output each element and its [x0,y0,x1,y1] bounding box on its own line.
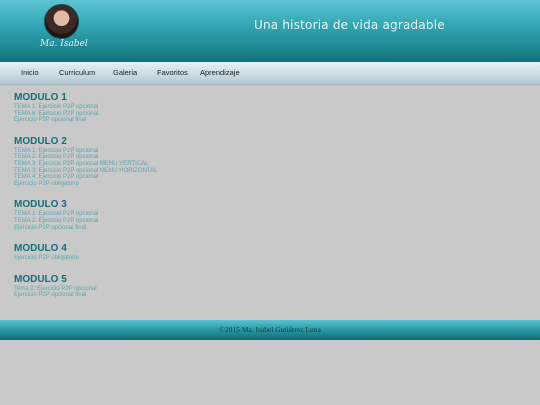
module-link[interactable]: Ejercicio P2P obligatorio [14,255,514,262]
main-nav: Inicio Curriculum Galeria Favoritos Apre… [0,62,540,85]
module-title: MODULO 3 [14,199,67,211]
nav-item-galeria[interactable]: Galeria [113,68,137,77]
nav-item-aprendizaje[interactable]: Aprendizaje [200,68,240,77]
module-link[interactable]: Tema 2: Ejercicio P2P opcional [14,286,514,293]
module-title: MODULO 2 [14,135,67,147]
module-link[interactable]: TEMA 3: Ejercicio P2P opcional MENU HORI… [14,168,514,175]
module-2: MODULO 2 TEMA 1: Ejercicio P2P opcional … [14,136,514,188]
module-link[interactable]: Ejercicio P2P obligatorio [14,181,514,188]
module-link[interactable]: TEMA 2: Ejercicio P2P opcional [14,218,514,225]
module-title: MODULO 5 [14,273,67,285]
module-4: MODULO 4 Ejercicio P2P obligatorio [14,243,514,262]
module-link[interactable]: Ejercicio P2P opcional final [14,292,514,299]
module-link[interactable]: TEMA 1: Ejercicio P2P opcional [14,148,514,155]
avatar [44,4,79,39]
module-link[interactable]: TEMA 3: Ejercicio P2P opcional MENU VERT… [14,161,514,168]
module-5: MODULO 5 Tema 2: Ejercicio P2P opcional … [14,274,514,299]
nav-item-favoritos[interactable]: Favoritos [157,68,188,77]
nav-item-curriculum[interactable]: Curriculum [59,68,95,77]
module-link[interactable]: TEMA 6: Ejercicio P2P opcional [14,111,514,118]
site-header: Ma. Isabel Una historia de vida agradabl… [0,0,540,62]
module-link[interactable]: TEMA 1: Ejercicio P2P opcional [14,211,514,218]
module-title: MODULO 4 [14,243,67,255]
module-3: MODULO 3 TEMA 1: Ejercicio P2P opcional … [14,199,514,231]
site-footer: ©2015 Ma. Isabel Gutiérrez Luna [0,320,540,340]
nav-item-inicio[interactable]: Inicio [21,68,39,77]
module-link[interactable]: TEMA 2: Ejercicio P2P opcional [14,154,514,161]
module-1: MODULO 1 TEMA 1: Ejercicio P2P opcional … [14,92,514,124]
module-link[interactable]: Ejercicio P2P opcional final [14,225,514,232]
site-title: Una historia de vida agradable [254,18,445,32]
signature-text: Ma. Isabel [40,39,88,49]
module-link[interactable]: Ejercicio P2P opcional final [14,117,514,124]
copyright-text: ©2015 Ma. Isabel Gutiérrez Luna [219,325,321,334]
module-link[interactable]: TEMA 4: Ejercicio P2P opcional [14,174,514,181]
module-link[interactable]: TEMA 1: Ejercicio P2P opcional [14,104,514,111]
module-title: MODULO 1 [14,92,67,103]
main-content: MODULO 1 TEMA 1: Ejercicio P2P opcional … [14,92,514,311]
